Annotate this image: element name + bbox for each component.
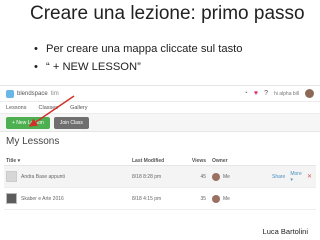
share-link[interactable]: Share [272,174,285,180]
compass-icon[interactable]: ◔ [244,90,248,97]
page-title: My Lessons [6,136,60,147]
owner-name: Me [223,173,230,180]
logo-sub: tim [50,90,59,97]
heart-icon[interactable]: ♥ [254,90,258,97]
delete-icon[interactable]: ✕ [307,173,312,180]
lesson-title-cell[interactable]: Andra Base appunti [4,171,132,182]
lesson-views: 35 [200,195,206,202]
lesson-thumbnail [6,193,17,204]
lessons-table: Title ▾ Last Modified Views Owner Andra … [4,157,316,210]
table-row[interactable]: Skaber e Arte 2016 8/18 4:15 pm 35 Me [4,188,316,210]
lesson-owner: Me [212,194,272,203]
table-row[interactable]: Andra Base appunti 8/18 8:28 pm 45 Me Sh… [4,166,316,188]
lesson-title-cell[interactable]: Skaber e Arte 2016 [4,193,132,204]
lesson-owner: Me [212,172,272,181]
owner-avatar [212,194,220,203]
col-views[interactable]: Views [188,158,212,164]
header-tools: ◔ ♥ ? hi alpha bill [244,89,314,98]
col-title[interactable]: Title ▾ [4,158,132,164]
owner-avatar [212,172,220,181]
help-icon[interactable]: ? [264,90,268,97]
bullet-text: Per creare una mappa cliccate sul tasto [46,43,243,55]
lesson-thumbnail [6,171,17,182]
bullet-text: “ + NEW LESSON” [46,61,141,73]
lesson-modified: 8/18 4:15 pm [132,195,162,202]
user-name[interactable]: hi alpha bill [274,91,299,97]
owner-name: Me [223,195,230,202]
app-header: blendspace tim ◔ ♥ ? hi alpha bill [0,86,320,102]
lesson-title[interactable]: Skaber e Arte 2016 [21,196,64,202]
avatar[interactable] [305,89,314,98]
table-header: Title ▾ Last Modified Views Owner [4,157,316,166]
join-class-button[interactable]: Join Class [53,116,89,129]
app-screenshot: blendspace tim ◔ ♥ ? hi alpha bill Lesso… [0,85,320,211]
tab-lessons[interactable]: Lessons [6,105,27,111]
tab-gallery[interactable]: Gallery [70,105,87,111]
bullet-item: • Per creare una mappa cliccate sul tasto [34,40,243,58]
more-menu[interactable]: More ▾ [290,171,302,183]
lesson-modified: 8/18 8:28 pm [132,173,162,180]
action-bar: + New Lesson Join Class [0,114,320,132]
bullet-list: • Per creare una mappa cliccate sul tasto… [34,40,243,76]
author-credit: Luca Bartolini [262,227,308,236]
col-last-modified[interactable]: Last Modified [132,158,188,164]
lesson-views: 45 [200,173,206,180]
tab-classes[interactable]: Classes [39,105,59,111]
blendspace-logo-icon [6,89,14,98]
logo-text: blendspace [17,90,48,97]
lesson-title[interactable]: Andra Base appunti [21,174,65,180]
bullet-dot: • [34,61,38,73]
col-owner[interactable]: Owner [212,158,272,164]
bullet-dot: • [34,43,38,55]
new-lesson-button[interactable]: + New Lesson [6,116,50,129]
app-logo[interactable]: blendspace tim [6,89,59,98]
bullet-item: • “ + NEW LESSON” [34,58,243,76]
app-tabs: Lessons Classes Gallery [0,102,320,114]
row-actions: Share More ▾ ✕ [272,171,316,183]
slide-title: Creare una lezione: primo passo [30,3,305,24]
